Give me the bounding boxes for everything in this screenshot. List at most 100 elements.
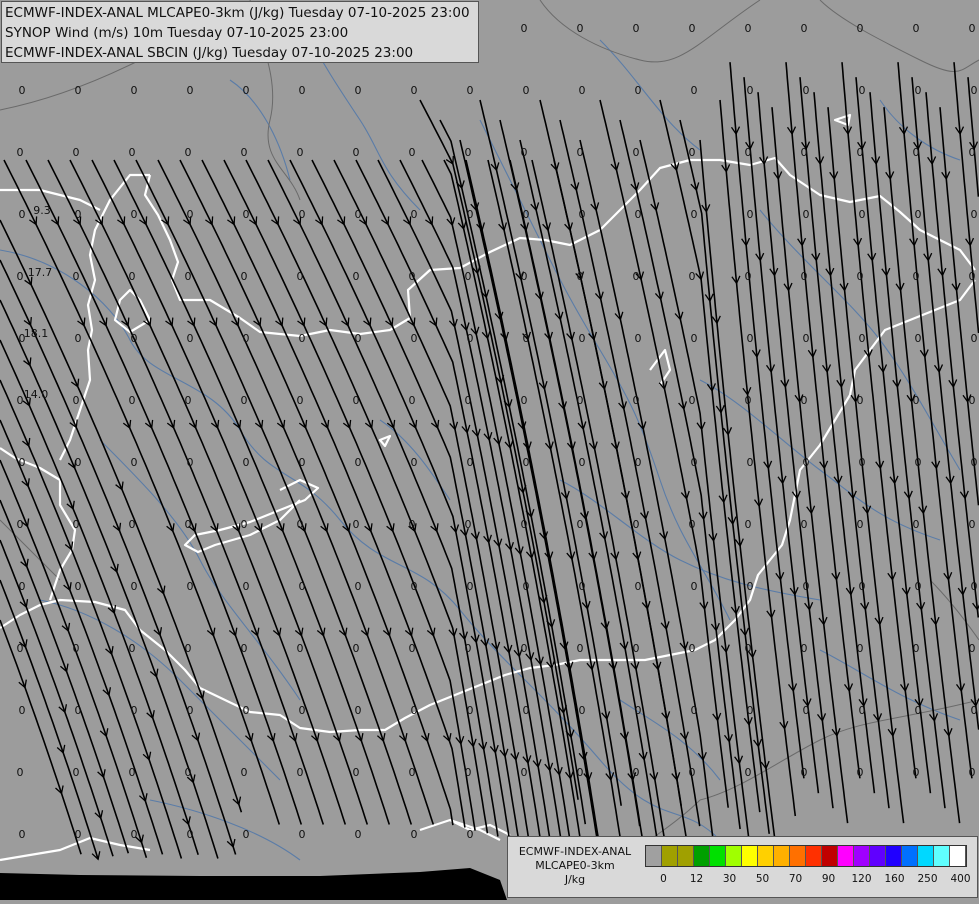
sbcin-value-label: 0 (243, 704, 250, 717)
sbcin-value-label: 0 (745, 766, 752, 779)
sbcin-value-label: 0 (969, 766, 976, 779)
legend-swatch (950, 846, 966, 866)
sbcin-value-label: 0 (465, 642, 472, 655)
sbcin-value-label: 0 (131, 456, 138, 469)
sbcin-value-label: 0 (411, 332, 418, 345)
sbcin-value-label: 0 (187, 456, 194, 469)
sbcin-value-label: 0 (297, 766, 304, 779)
sbcin-value-label: 0 (297, 642, 304, 655)
sbcin-value-label: 0 (523, 208, 530, 221)
sbcin-value-label: 0 (243, 208, 250, 221)
sbcin-value-label: 0 (969, 270, 976, 283)
sbcin-value-label: 0 (409, 146, 416, 159)
sbcin-value-label: 0 (633, 642, 640, 655)
sbcin-value-label: 0 (633, 146, 640, 159)
sbcin-value-label: 0 (579, 704, 586, 717)
sbcin-value-label: 0 (857, 270, 864, 283)
sbcin-value-label: 0 (971, 456, 978, 469)
sbcin-value-label: 0 (185, 146, 192, 159)
sbcin-value-label: 0 (185, 766, 192, 779)
sbcin-value-label: 0 (19, 704, 26, 717)
sbcin-value-label: 0 (411, 704, 418, 717)
sbcin-value-label: 0 (17, 394, 24, 407)
sbcin-value-label: 0 (129, 146, 136, 159)
sbcin-value-label: 0 (521, 766, 528, 779)
sbcin-value-label: 0 (579, 580, 586, 593)
sbcin-value-label: 0 (355, 208, 362, 221)
sbcin-value-label: 0 (801, 518, 808, 531)
sbcin-value-label: 0 (635, 704, 642, 717)
sbcin-value-label: 0 (523, 580, 530, 593)
sbcin-value-label: 0 (577, 22, 584, 35)
sbcin-value-label: 0 (467, 828, 474, 841)
sbcin-value-label: 0 (243, 456, 250, 469)
sbcin-value-label: 0 (913, 146, 920, 159)
sbcin-value-label: 0 (73, 766, 80, 779)
sbcin-value-label: 0 (747, 580, 754, 593)
sbcin-value-label: 0 (465, 270, 472, 283)
sbcin-value-label: 0 (971, 704, 978, 717)
sbcin-value-label: 0 (579, 456, 586, 469)
sbcin-value-label: 0 (17, 642, 24, 655)
sbcin-value-label: 0 (633, 518, 640, 531)
sbcin-value-label: 0 (857, 394, 864, 407)
legend-swatch (886, 846, 902, 866)
sbcin-value-label: 0 (409, 518, 416, 531)
sbcin-value-label: 0 (73, 518, 80, 531)
sbcin-value-label: 0 (859, 456, 866, 469)
sbcin-value-label: 0 (971, 84, 978, 97)
sbcin-value-label: 0 (409, 642, 416, 655)
sbcin-value-label: 0 (129, 270, 136, 283)
sbcin-value-label: 0 (689, 146, 696, 159)
sbcin-value-label: 0 (19, 580, 26, 593)
sbcin-value-label: 0 (745, 146, 752, 159)
sbcin-value-label: 0 (353, 270, 360, 283)
legend-swatch (694, 846, 710, 866)
sbcin-value-label: 0 (465, 394, 472, 407)
sbcin-value-label: 0 (691, 208, 698, 221)
sbcin-value-label: 0 (913, 22, 920, 35)
sbcin-value-label: 0 (409, 270, 416, 283)
sbcin-value-label: 0 (579, 208, 586, 221)
sbcin-value-label: 0 (299, 84, 306, 97)
sbcin-value-label: 0 (353, 394, 360, 407)
sbcin-value-label: 0 (131, 828, 138, 841)
sbcin-value-label: 0 (185, 642, 192, 655)
sbcin-value-label: 0 (915, 84, 922, 97)
sbcin-value-label: 0 (75, 332, 82, 345)
sbcin-value-label: 0 (521, 518, 528, 531)
title-sbcin: ECMWF-INDEX-ANAL SBCIN (J/kg) Tuesday 07… (5, 45, 414, 61)
sbcin-value-label: 9.3 (33, 204, 51, 217)
title-panel: ECMWF-INDEX-ANAL MLCAPE0-3km (J/kg) Tues… (1, 1, 479, 63)
sbcin-value-label: 0 (187, 828, 194, 841)
sbcin-value-label: 0 (521, 270, 528, 283)
sbcin-value-label: 0 (523, 704, 530, 717)
sbcin-value-label: 0 (913, 766, 920, 779)
sbcin-value-label: 0 (691, 456, 698, 469)
sbcin-value-label: 0 (521, 642, 528, 655)
legend-swatch (710, 846, 726, 866)
sbcin-value-label: 0 (353, 766, 360, 779)
sbcin-value-label: 0 (75, 208, 82, 221)
sbcin-value-label: 0 (467, 84, 474, 97)
sbcin-value-label: 0 (467, 580, 474, 593)
sbcin-value-label: 0 (857, 766, 864, 779)
sbcin-value-label: 0 (971, 208, 978, 221)
legend-swatch (838, 846, 854, 866)
sbcin-value-label: 0 (801, 642, 808, 655)
sbcin-value-label: 0 (803, 580, 810, 593)
sbcin-value-label: 0 (971, 332, 978, 345)
title-synop-wind: SYNOP Wind (m/s) 10m Tuesday 07-10-2025 … (5, 25, 349, 41)
sbcin-value-label: 0 (913, 394, 920, 407)
sbcin-value-label: 0 (913, 518, 920, 531)
legend-ticks: 0 12 30 50 70 90 120 160 250 400 (645, 873, 975, 887)
sbcin-value-label: 0 (73, 642, 80, 655)
sbcin-value-label: 0 (747, 208, 754, 221)
sbcin-value-label: 0 (299, 456, 306, 469)
sbcin-value-label: 0 (859, 704, 866, 717)
weather-map[interactable]: 0 0 0 0 0 0 0 0 0 0 0 0 0 0 0 0 0 0 0 0 0 0 0 0 0 0 0 0 0 0 0 0 0 0 0 0 0 0 0 0… (0, 0, 979, 900)
sbcin-value-label: 0 (915, 456, 922, 469)
sbcin-value-label: 0 (971, 580, 978, 593)
sbcin-value-label: 0 (17, 518, 24, 531)
sbcin-value-label: 0 (803, 456, 810, 469)
